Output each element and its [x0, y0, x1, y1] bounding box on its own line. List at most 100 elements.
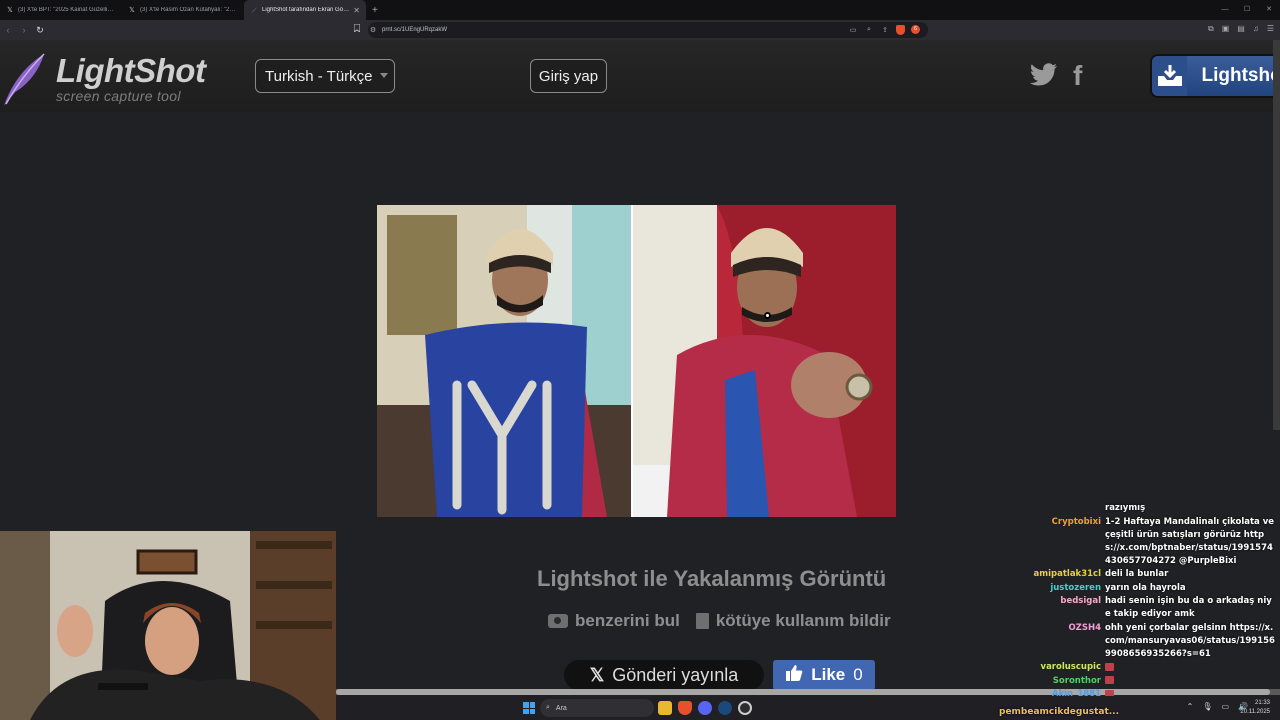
brave-browser-icon[interactable]	[678, 701, 692, 715]
sidebar-icon[interactable]: ▣	[1222, 24, 1230, 34]
new-tab-icon[interactable]: +	[372, 5, 378, 16]
site-settings-icon[interactable]: ⚙	[368, 25, 378, 35]
maximize-icon[interactable]: ☐	[1236, 0, 1258, 20]
page-caption: Lightshot ile Yakalanmış Görüntü	[537, 566, 887, 591]
reload-icon[interactable]: ↻	[32, 25, 48, 36]
taskbar-clock[interactable]: 21:33 20.11.2025	[1240, 699, 1270, 717]
chat-text	[1105, 675, 1277, 688]
feather-logo-icon	[0, 50, 50, 113]
microphone-icon[interactable]: 🎙	[1202, 702, 1212, 711]
feather-icon	[250, 6, 258, 14]
minimize-icon[interactable]: —	[1214, 0, 1236, 20]
chat-username: varoluscupic	[1040, 662, 1101, 672]
find-similar-link[interactable]: benzerini bul	[548, 611, 680, 631]
media-icon[interactable]: ♫	[1253, 24, 1259, 34]
tab-x-bpt[interactable]: 𝕏 (3) X'te BPT: "2025 Kainat Güzellik Ya…	[0, 0, 122, 20]
mouse-cursor	[764, 312, 771, 319]
x-logo-icon: 𝕏	[589, 664, 605, 685]
stream-chat: razıymış Cryptobixi 1-2 Haftaya Mandalin…	[1030, 502, 1280, 702]
tab-title: (3) X'te Rasim Ozan Kütahyalı: "2025...	[140, 7, 238, 13]
forward-icon[interactable]: ›	[16, 25, 32, 35]
chat-message: Soronthor	[1030, 675, 1280, 688]
menu-icon[interactable]: ☰	[1267, 24, 1274, 34]
share-x-label: Gönderi yayınla	[612, 664, 739, 685]
tab-lightshot[interactable]: LightShot tarafından Ekran Görü... ✕	[244, 0, 366, 20]
facebook-like-button[interactable]: Like 0	[773, 660, 875, 690]
cast-icon[interactable]: ▭	[848, 25, 858, 35]
chat-text: ohh yeni çorbalar gelsinn https://x.com/…	[1105, 622, 1275, 659]
flag-emote-icon	[1105, 676, 1114, 684]
site-header: LightShot screen capture tool Turkish - …	[0, 40, 1280, 112]
url-text: prnt.sc/1UEngURqzakW	[382, 27, 448, 33]
search-placeholder: Ara	[555, 704, 567, 712]
chat-username	[1030, 502, 1105, 515]
vertical-scrollbar[interactable]	[1273, 40, 1280, 430]
brave-shield-icon[interactable]	[896, 25, 905, 35]
chat-text: hadi senin işin bu da o arkadaş niye tak…	[1105, 596, 1272, 619]
chat-message: Cryptobixi 1-2 Haftaya Mandalinalı çikol…	[1030, 516, 1280, 568]
flag-emote-icon	[1105, 662, 1114, 671]
monitor-icon[interactable]: ▭	[1221, 702, 1229, 711]
close-tab-icon[interactable]: ✕	[353, 6, 360, 15]
download-label: Lightshot	[1201, 65, 1280, 86]
address-bar[interactable]: ⚙ prnt.sc/1UEngURqzakW ▭ ⌕ ⇪ 6	[368, 22, 928, 38]
captured-screenshot-image[interactable]	[377, 205, 896, 517]
logo-title[interactable]: LightShot	[56, 52, 206, 90]
obs-icon[interactable]	[738, 701, 752, 715]
taskbar-search[interactable]: ⌕ Ara	[540, 699, 654, 717]
facebook-icon[interactable]: f	[1073, 60, 1082, 92]
tab-x-rasim[interactable]: 𝕏 (3) X'te Rasim Ozan Kütahyalı: "2025..…	[122, 0, 244, 20]
back-icon[interactable]: ‹	[0, 25, 16, 35]
address-bar-actions: ▭ ⌕ ⇪ 6	[848, 25, 920, 35]
toolbar-right: ⧉ ▣ ▤ ♫ ☰	[1208, 24, 1274, 34]
like-label: Like	[811, 665, 846, 684]
twitter-icon[interactable]	[1030, 63, 1058, 92]
screen: 𝕏 (3) X'te BPT: "2025 Kainat Güzellik Ya…	[0, 0, 1280, 720]
chat-username: bedsigal	[1060, 596, 1101, 606]
image-actions: benzerini bul kötüye kullanım bildir	[548, 611, 891, 631]
language-value: Turkish - Türkçe	[265, 67, 373, 85]
wallet-icon[interactable]: ▤	[1237, 24, 1245, 34]
chat-message: amipatlak31cl deli la bunlar	[1030, 568, 1280, 581]
brave-rewards-badge[interactable]: 6	[911, 25, 920, 34]
find-similar-label: benzerini bul	[575, 611, 680, 630]
file-explorer-icon[interactable]	[658, 701, 672, 715]
download-lightshot-button[interactable]: Lightshot	[1150, 54, 1280, 98]
zoom-icon[interactable]: ⌕	[864, 25, 874, 35]
extensions-icon[interactable]: ⧉	[1208, 24, 1214, 34]
camera-icon	[548, 614, 568, 628]
steam-icon[interactable]	[718, 701, 732, 715]
clock-time: 21:33	[1254, 700, 1270, 706]
browser-toolbar: ‹ › ↻ ⚙ prnt.sc/1UEngURqzakW ▭ ⌕ ⇪ 6 ⧉ ▣…	[0, 20, 1280, 40]
logo-subtitle: screen capture tool	[56, 88, 181, 104]
language-select[interactable]: Turkish - Türkçe	[255, 59, 395, 93]
share-icon[interactable]: ⇪	[880, 25, 890, 35]
thumbs-up-icon	[785, 664, 803, 686]
report-abuse-link[interactable]: kötüye kullanım bildir	[690, 611, 891, 631]
chat-text	[1105, 661, 1277, 674]
login-button[interactable]: Giriş yap	[530, 59, 607, 93]
chat-username: Soronthor	[1052, 675, 1101, 686]
like-count: 0	[853, 665, 863, 684]
stream-event-username: pembeamcikdegustat...	[999, 707, 1120, 717]
chevron-down-icon	[380, 73, 388, 78]
chat-message: razıymış	[1030, 502, 1280, 515]
chat-text: yarın ola hayrola	[1105, 582, 1186, 593]
chat-username: OZSH4	[1068, 622, 1101, 633]
report-abuse-label: kötüye kullanım bildir	[715, 611, 891, 630]
bookmark-icon[interactable]	[352, 23, 362, 33]
chat-text: razıymış	[1105, 503, 1146, 513]
chat-text: 1-2 Haftaya Mandalinalı çikolata ve çeşi…	[1105, 516, 1275, 566]
system-tray: ⌃ 🎙 ▭ 🔊	[1187, 702, 1248, 711]
windows-start-icon[interactable]	[523, 702, 535, 714]
tab-title: LightShot tarafından Ekran Görü...	[262, 7, 350, 13]
close-window-icon[interactable]: ✕	[1258, 0, 1280, 20]
windows-taskbar: ⌕ Ara ⌃ 🎙 ▭ 🔊 21:33 20.11.2025	[336, 696, 1280, 720]
discord-icon[interactable]	[698, 701, 712, 715]
chevron-up-icon[interactable]: ⌃	[1187, 702, 1194, 711]
window-controls: — ☐ ✕	[1214, 0, 1280, 20]
chat-message: bedsigal hadi senin işin bu da o arkadaş…	[1030, 595, 1280, 621]
x-logo-icon: 𝕏	[129, 7, 135, 14]
share-on-x-button[interactable]: 𝕏 Gönderi yayınla	[564, 660, 764, 690]
trash-icon	[695, 613, 709, 629]
